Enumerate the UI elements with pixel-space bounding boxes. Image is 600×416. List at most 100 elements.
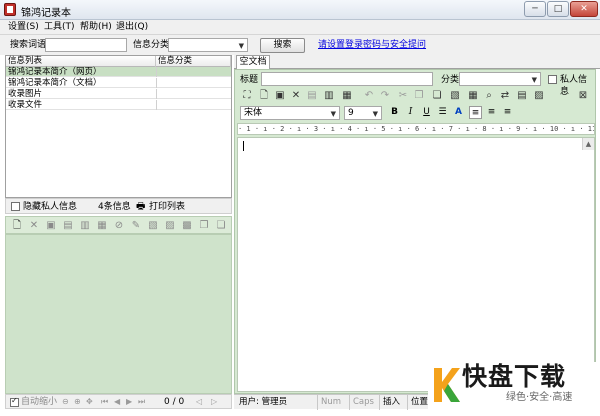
list-item[interactable]: 锦鸿记录本简介（文档） bbox=[6, 78, 231, 88]
import-icon[interactable]: ▨ bbox=[164, 220, 176, 232]
print-icon[interactable]: ▦ bbox=[341, 90, 353, 102]
prev-page-icon[interactable]: ◀ bbox=[114, 397, 120, 407]
item-category bbox=[156, 78, 231, 88]
list-item[interactable]: 收录图片 bbox=[6, 89, 231, 99]
first-page-icon[interactable]: ⏮ bbox=[101, 397, 108, 407]
column-header-category[interactable]: 信息分类 bbox=[156, 56, 231, 67]
num-lock-indicator: Num bbox=[318, 395, 350, 410]
redo-icon[interactable]: ↷ bbox=[379, 90, 391, 102]
delete-icon[interactable]: ✕ bbox=[290, 90, 302, 102]
search-bar: 搜索词语 信息分类 ▼ 搜索 请设置登录密码与安全提问 bbox=[0, 35, 600, 55]
bold-button[interactable]: B bbox=[388, 106, 401, 119]
category-filter-label: 信息分类 bbox=[133, 40, 170, 50]
align-right-button[interactable]: ≡ bbox=[501, 106, 514, 119]
zoom-in-icon[interactable]: ⊕ bbox=[74, 397, 81, 407]
private-checkbox[interactable] bbox=[548, 75, 557, 84]
zoom-out-icon[interactable]: ⊖ bbox=[62, 397, 69, 407]
editor-toolbar: ⛶ 🗋 ▣ ✕ ▤ ▥ ▦ ↶ ↷ ✂ ❐ ❏ ▧ ▦ ⌕ ⇄ ▤ ▨ ⊠ bbox=[237, 88, 595, 104]
font-family-select[interactable]: 宋体 ▼ bbox=[240, 106, 340, 120]
list-item[interactable]: 锦鸿记录本简介（网页） bbox=[6, 67, 231, 77]
new-from-template-icon[interactable]: ▣ bbox=[274, 90, 286, 102]
menu-help[interactable]: 帮助(H) bbox=[80, 21, 112, 34]
find-icon[interactable]: ⌕ bbox=[483, 90, 495, 102]
new-document-icon[interactable]: 🗋 bbox=[11, 220, 23, 232]
menu-exit[interactable]: 退出(Q) bbox=[116, 21, 148, 34]
scroll-up-button[interactable]: ▲ bbox=[582, 138, 594, 150]
auto-shrink-checkbox[interactable] bbox=[10, 396, 19, 407]
cut-icon[interactable]: ✂ bbox=[397, 90, 409, 102]
item-title: 锦鸿记录本简介（文档） bbox=[8, 78, 102, 88]
item-category bbox=[156, 100, 231, 110]
menu-tools[interactable]: 工具(T) bbox=[44, 21, 75, 34]
new-icon[interactable]: 🗋 bbox=[258, 90, 270, 102]
chevron-down-icon: ▼ bbox=[238, 42, 244, 50]
left-preview-area[interactable] bbox=[5, 234, 232, 394]
stop-icon[interactable]: ⊘ bbox=[113, 220, 125, 232]
fullscreen-icon[interactable]: ⛶ bbox=[241, 90, 253, 102]
attachment-icon[interactable]: ▨ bbox=[533, 90, 545, 102]
attach-icon[interactable]: ▧ bbox=[147, 220, 159, 232]
align-left-button[interactable]: ≡ bbox=[469, 106, 482, 119]
export-icon[interactable]: ▥ bbox=[79, 220, 91, 232]
title-bar: 锦鸿记录本 ─ □ ✕ bbox=[0, 0, 600, 20]
maximize-button[interactable]: □ bbox=[547, 1, 569, 17]
align-center-button[interactable]: ≡ bbox=[485, 106, 498, 119]
window-title: 锦鸿记录本 bbox=[21, 8, 71, 19]
close-editor-icon[interactable]: ⊠ bbox=[577, 90, 589, 102]
ruler: · 1 · ı · 2 · ı · 3 · ı · 4 · ı · 5 · ı … bbox=[237, 123, 595, 135]
save-icon[interactable]: ▤ bbox=[306, 90, 318, 102]
print-list-button[interactable]: 打印列表 bbox=[149, 201, 185, 213]
undo-icon[interactable]: ↶ bbox=[363, 90, 375, 102]
category-select[interactable]: ▼ bbox=[459, 72, 541, 86]
back-icon[interactable]: ◁ bbox=[196, 397, 202, 407]
copy-icon[interactable]: ▣ bbox=[45, 220, 57, 232]
delete-icon[interactable]: ✕ bbox=[28, 220, 40, 232]
keyword-label: 搜索词语 bbox=[10, 40, 47, 50]
paste-icon[interactable]: ❏ bbox=[215, 220, 227, 232]
column-header-title[interactable]: 信息列表 bbox=[6, 56, 156, 67]
keyword-input[interactable] bbox=[45, 38, 127, 52]
menu-settings[interactable]: 设置(S) bbox=[8, 21, 39, 34]
bullet-list-button[interactable]: ☰ bbox=[436, 106, 449, 119]
save-icon[interactable]: ▤ bbox=[62, 220, 74, 232]
editor-pane: 标题 分类 ▼ 私人信息 ⛶ 🗋 ▣ ✕ ▤ ▥ ▦ ↶ ↷ ✂ ❐ ❏ ▧ ▦… bbox=[234, 69, 596, 394]
forward-icon[interactable]: ▷ bbox=[211, 397, 217, 407]
list-item[interactable]: 收录文件 bbox=[6, 100, 231, 110]
duplicate-icon[interactable]: ❐ bbox=[198, 220, 210, 232]
edit-icon[interactable]: ✎ bbox=[130, 220, 142, 232]
watermark-logo: 快盘下载 绿色·安全·高速 bbox=[428, 362, 600, 410]
menu-bar: 设置(S) 工具(T) 帮助(H) 退出(Q) bbox=[0, 20, 600, 35]
paste-icon[interactable]: ❏ bbox=[431, 90, 443, 102]
close-button[interactable]: ✕ bbox=[570, 1, 598, 17]
security-settings-link[interactable]: 请设置登录密码与安全提问 bbox=[318, 39, 426, 51]
category-filter-select[interactable]: ▼ bbox=[168, 38, 248, 52]
save-as-icon[interactable]: ▥ bbox=[323, 90, 335, 102]
minimize-button[interactable]: ─ bbox=[524, 1, 546, 17]
italic-button[interactable]: I bbox=[404, 106, 417, 119]
last-page-icon[interactable]: ⏭ bbox=[138, 397, 145, 407]
copy-icon[interactable]: ❐ bbox=[413, 90, 425, 102]
chevron-down-icon: ▼ bbox=[330, 110, 336, 118]
print-icon[interactable]: ▦ bbox=[96, 220, 108, 232]
replace-icon[interactable]: ⇄ bbox=[499, 90, 511, 102]
list-header: 信息列表 信息分类 bbox=[6, 56, 231, 67]
hide-private-checkbox[interactable] bbox=[11, 202, 20, 211]
app-notebook-icon bbox=[4, 3, 16, 16]
next-page-icon[interactable]: ▶ bbox=[126, 397, 132, 407]
insert-image-icon[interactable]: ▧ bbox=[449, 90, 461, 102]
title-input[interactable] bbox=[261, 72, 433, 86]
underline-button[interactable]: U bbox=[420, 106, 433, 119]
insert-table-icon[interactable]: ▦ bbox=[467, 90, 479, 102]
open-folder-icon[interactable]: ▤ bbox=[516, 90, 528, 102]
fit-icon[interactable]: ✥ bbox=[86, 397, 93, 407]
page-indicator: 0 / 0 bbox=[164, 397, 185, 407]
tab-blank-document[interactable]: 空文档 bbox=[236, 55, 270, 69]
chevron-down-icon: ▼ bbox=[531, 76, 537, 84]
text-caret bbox=[243, 141, 244, 151]
move-icon[interactable]: ▩ bbox=[181, 220, 193, 232]
info-list: 信息列表 信息分类 锦鸿记录本简介（网页） 锦鸿记录本简介（文档） 收录图片 收… bbox=[5, 55, 232, 198]
font-color-button[interactable]: A bbox=[452, 106, 465, 119]
search-button[interactable]: 搜索 bbox=[260, 38, 305, 53]
font-size-select[interactable]: 9 ▼ bbox=[344, 106, 382, 120]
document-editor[interactable]: ▲ ▼ bbox=[237, 137, 595, 392]
